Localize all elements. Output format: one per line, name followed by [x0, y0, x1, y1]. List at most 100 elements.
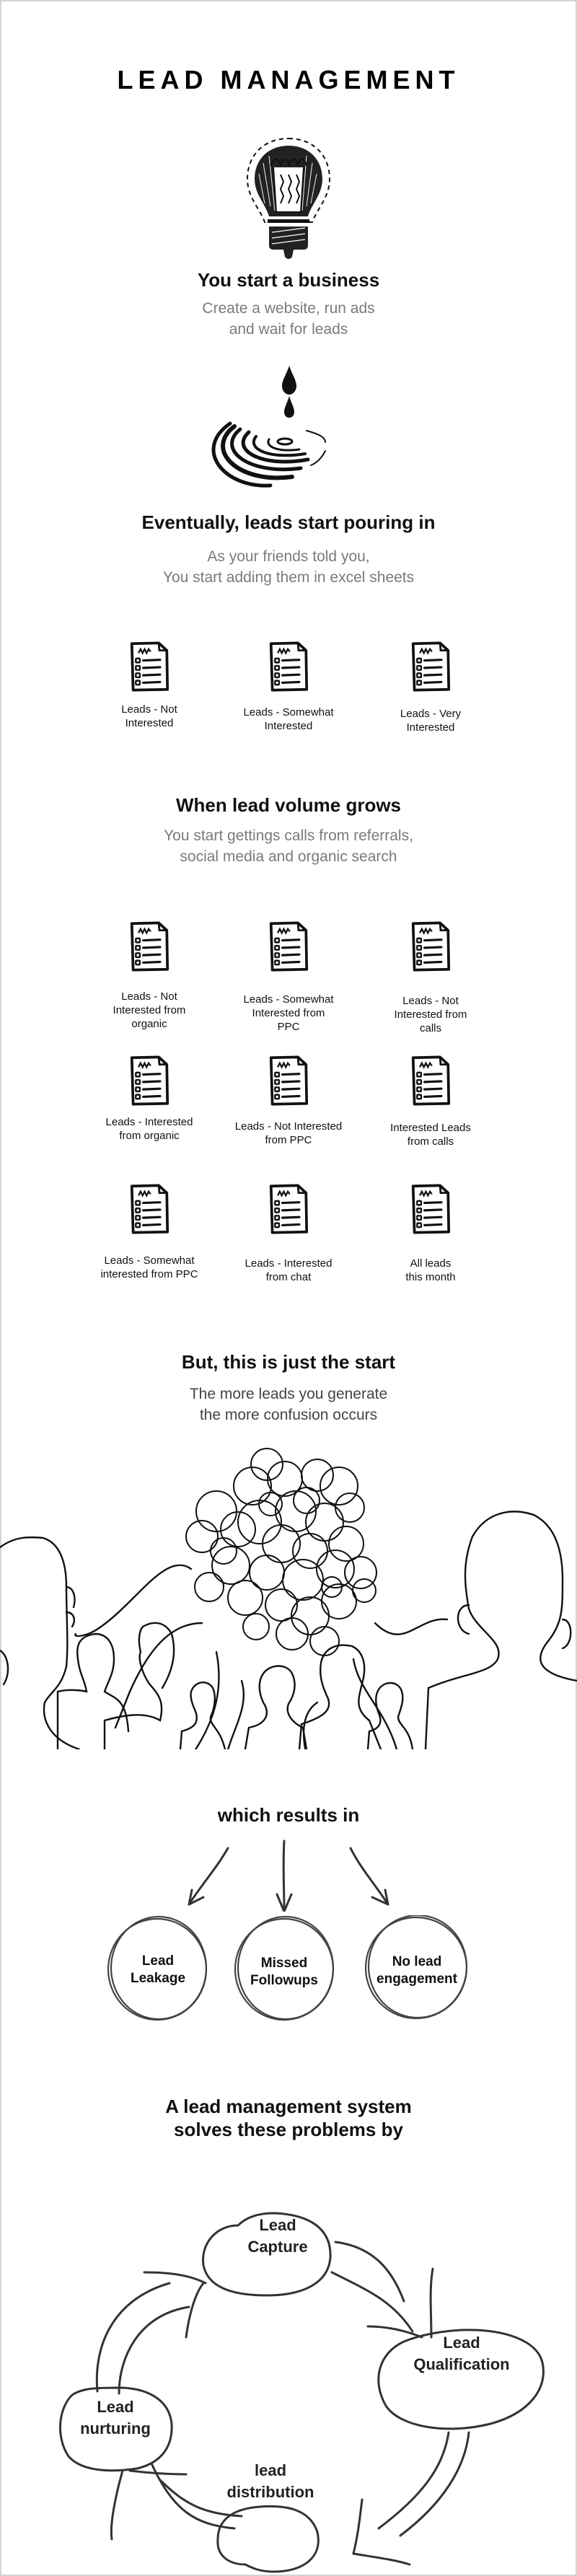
arrow-down-left-icon: [188, 1847, 229, 1906]
result-lead-leakage: Lead Leakage: [114, 1953, 202, 1987]
label-line: from chat: [265, 1271, 312, 1283]
cycle-label-distribution: lead distribution: [209, 2460, 332, 2503]
subtitle-line: As your friends told you,: [207, 548, 370, 565]
sheet-item: Leads - Not Interested from organic: [77, 920, 221, 1031]
sheet-item: Leads - Not Interested from calls: [358, 920, 503, 1035]
document-list-icon: [410, 1183, 451, 1235]
subtitle-line: and wait for leads: [229, 321, 348, 338]
label-line: Leads - Not: [121, 990, 177, 1003]
document-list-icon: [129, 1183, 169, 1235]
section-pouring-subtitle: As your friends told you, You start addi…: [0, 546, 577, 588]
document-list-icon: [129, 920, 169, 972]
label-line: Interested from: [252, 1007, 325, 1019]
document-list-icon: [129, 641, 169, 693]
label-line: nurturing: [80, 2419, 151, 2437]
document-list-icon: [268, 1183, 309, 1235]
label-line: Followups: [250, 1973, 318, 1988]
sheet-label: All leads this month: [358, 1257, 503, 1284]
label-line: All leads: [410, 1257, 452, 1270]
sheet-item: All leads this month: [358, 1183, 503, 1284]
label-line: No lead: [392, 1954, 442, 1969]
label-line: Leads - Not: [121, 703, 177, 716]
section-growth-subtitle: You start gettings calls from referrals,…: [0, 825, 577, 867]
label-line: from organic: [119, 1130, 180, 1142]
arrow-down-icon: [282, 1839, 286, 1912]
section-solution-heading: A lead management system solves these pr…: [0, 2095, 577, 2141]
label-line: Qualification: [413, 2355, 510, 2373]
label-line: this month: [405, 1271, 456, 1283]
label-line: from calls: [407, 1135, 454, 1148]
document-list-icon: [268, 641, 309, 693]
label-line: Interested Leads: [390, 1122, 471, 1134]
document-list-icon: [410, 1055, 451, 1107]
sheet-item: Leads - Not Interested: [77, 641, 221, 730]
label-line: from PPC: [265, 1134, 312, 1146]
sheet-item: Leads - Interested from chat: [216, 1183, 361, 1284]
label-line: Leads - Interested: [105, 1116, 193, 1128]
label-line: Leads - Somewhat: [243, 993, 334, 1006]
section-pouring-heading: Eventually, leads start pouring in: [141, 511, 436, 533]
section-results-heading: which results in: [217, 1804, 360, 1826]
label-line: Missed: [260, 1956, 308, 1971]
sheet-label: Leads - Not Interested from PPC: [216, 1120, 361, 1147]
cycle-label-capture: Lead Capture: [216, 2215, 339, 2258]
label-line: Leads - Somewhat: [104, 1254, 195, 1267]
subtitle-line: Create a website, run ads: [202, 300, 375, 317]
document-list-icon: [410, 920, 451, 972]
water-drop-icon: [211, 366, 326, 488]
sheet-label: Leads - Very Interested: [358, 707, 503, 734]
sheet-label: Leads - Not Interested from calls: [358, 994, 503, 1035]
label-line: organic: [131, 1018, 167, 1030]
document-list-icon: [268, 1055, 309, 1107]
label-line: Leakage: [130, 1971, 186, 1986]
heading-line: A lead management system: [165, 2096, 412, 2117]
label-line: Lead: [259, 2216, 296, 2234]
label-line: Capture: [247, 2238, 308, 2256]
sheet-label: Leads - Interested from chat: [216, 1257, 361, 1284]
label-line: Interested from: [394, 1008, 467, 1021]
label-line: Interested from: [113, 1004, 186, 1016]
sheet-label: Leads - Not Interested from organic: [77, 990, 221, 1031]
sheet-item: Leads - Not Interested from PPC: [216, 1055, 361, 1147]
sheet-item: Leads - Interested from organic: [77, 1055, 221, 1143]
subtitle-line: the more confusion occurs: [199, 1407, 378, 1423]
lightbulb-icon: [246, 137, 331, 259]
sheet-label: Leads - Interested from organic: [77, 1115, 221, 1143]
tangled-heads-illustration: [0, 1448, 577, 1749]
sheet-item: Leads - Very Interested: [358, 641, 503, 734]
label-line: Leads - Somewhat: [243, 706, 334, 718]
label-line: calls: [419, 1022, 441, 1034]
section-confusion-heading: But, this is just the start: [181, 1351, 396, 1373]
page-title: LEAD MANAGEMENT: [117, 65, 460, 94]
label-line: lead: [254, 2461, 287, 2479]
sheet-item: Interested Leads from calls: [358, 1055, 503, 1148]
label-line: Lead: [443, 2334, 480, 2352]
label-line: Interested: [125, 717, 174, 729]
section-confusion-subtitle: The more leads you generate the more con…: [0, 1384, 577, 1425]
label-line: Lead: [97, 2398, 134, 2416]
subtitle-line: You start adding them in excel sheets: [162, 569, 415, 586]
label-line: PPC: [277, 1021, 300, 1033]
arrow-down-right-icon: [349, 1847, 389, 1906]
sheet-item: Leads - Somewhat interested from PPC: [77, 1183, 221, 1281]
label-line: Leads - Not Interested: [234, 1120, 343, 1133]
section-start-heading: You start a business: [197, 269, 380, 291]
label-line: Interested: [406, 721, 455, 734]
label-line: distribution: [226, 2483, 314, 2501]
heading-line: solves these problems by: [174, 2119, 403, 2140]
sheet-label: Leads - Not Interested: [77, 703, 221, 730]
result-no-lead-engagement: No lead engagement: [368, 1953, 466, 1988]
cycle-label-qualification: Lead Qualification: [389, 2332, 534, 2375]
document-list-icon: [268, 920, 309, 972]
subtitle-line: The more leads you generate: [189, 1386, 388, 1402]
sheet-label: Interested Leads from calls: [358, 1121, 503, 1148]
label-line: Lead: [141, 1953, 175, 1969]
section-start-subtitle: Create a website, run ads and wait for l…: [0, 298, 577, 340]
document-list-icon: [129, 1055, 169, 1107]
label-line: Leads - Very: [400, 708, 462, 720]
label-line: engagement: [376, 1971, 457, 1987]
result-missed-followups: Missed Followups: [240, 1955, 328, 1990]
label-line: interested from PPC: [100, 1268, 198, 1280]
section-growth-heading: When lead volume grows: [175, 794, 402, 816]
sheet-label: Leads - Somewhat Interested: [216, 705, 361, 733]
